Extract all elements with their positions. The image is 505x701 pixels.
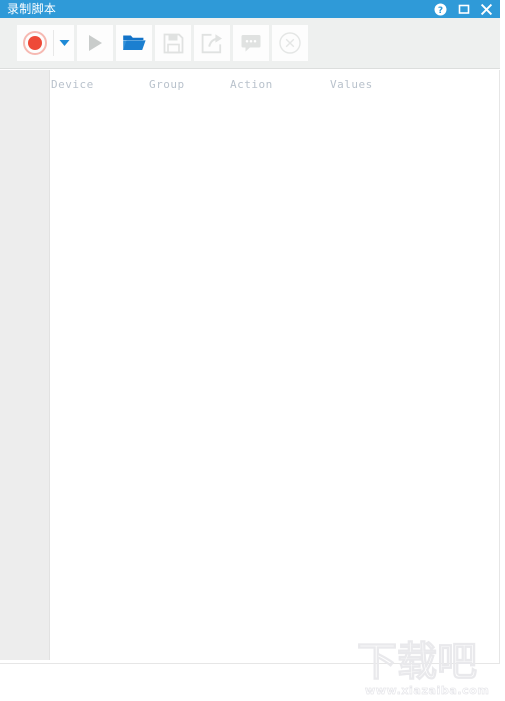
toolbar — [0, 18, 500, 69]
record-script-window: 录制脚本 ? Device Group Action Values www.xi… — [0, 0, 505, 701]
record-icon — [23, 31, 47, 55]
table-column-headers: Device Group Action Values — [51, 70, 499, 100]
toolbar-button-group — [17, 25, 308, 61]
window-title: 录制脚本 — [7, 2, 57, 16]
play-icon — [89, 35, 102, 51]
save-button[interactable] — [155, 25, 191, 61]
comment-button[interactable] — [233, 25, 269, 61]
column-header-group: Group — [149, 78, 185, 91]
save-icon — [163, 33, 183, 53]
column-header-values: Values — [330, 78, 373, 91]
close-icon[interactable] — [480, 3, 493, 16]
export-button[interactable] — [194, 25, 230, 61]
chevron-down-icon — [59, 40, 69, 46]
play-button[interactable] — [77, 25, 113, 61]
script-table: Device Group Action Values — [51, 70, 500, 663]
record-tile — [17, 25, 74, 61]
panel-bottom-divider — [0, 663, 500, 664]
maximize-icon[interactable] — [457, 3, 470, 16]
watermark-url: www.xiazaiba.com — [365, 684, 490, 698]
clear-circle-icon — [279, 32, 301, 54]
title-bar: 录制脚本 ? — [0, 0, 500, 18]
export-icon — [201, 33, 222, 53]
svg-text:?: ? — [438, 5, 443, 15]
record-button[interactable] — [17, 25, 53, 61]
comment-icon — [241, 35, 261, 52]
folder-open-icon — [123, 35, 146, 50]
device-sidebar[interactable] — [0, 70, 50, 660]
table-body[interactable] — [51, 100, 499, 663]
column-header-action: Action — [230, 78, 273, 91]
column-header-device: Device — [51, 78, 94, 91]
help-circle-icon[interactable]: ? — [434, 3, 447, 16]
clear-button[interactable] — [272, 25, 308, 61]
record-dropdown-button[interactable] — [54, 25, 74, 61]
window-controls: ? — [434, 0, 500, 18]
open-button[interactable] — [116, 25, 152, 61]
